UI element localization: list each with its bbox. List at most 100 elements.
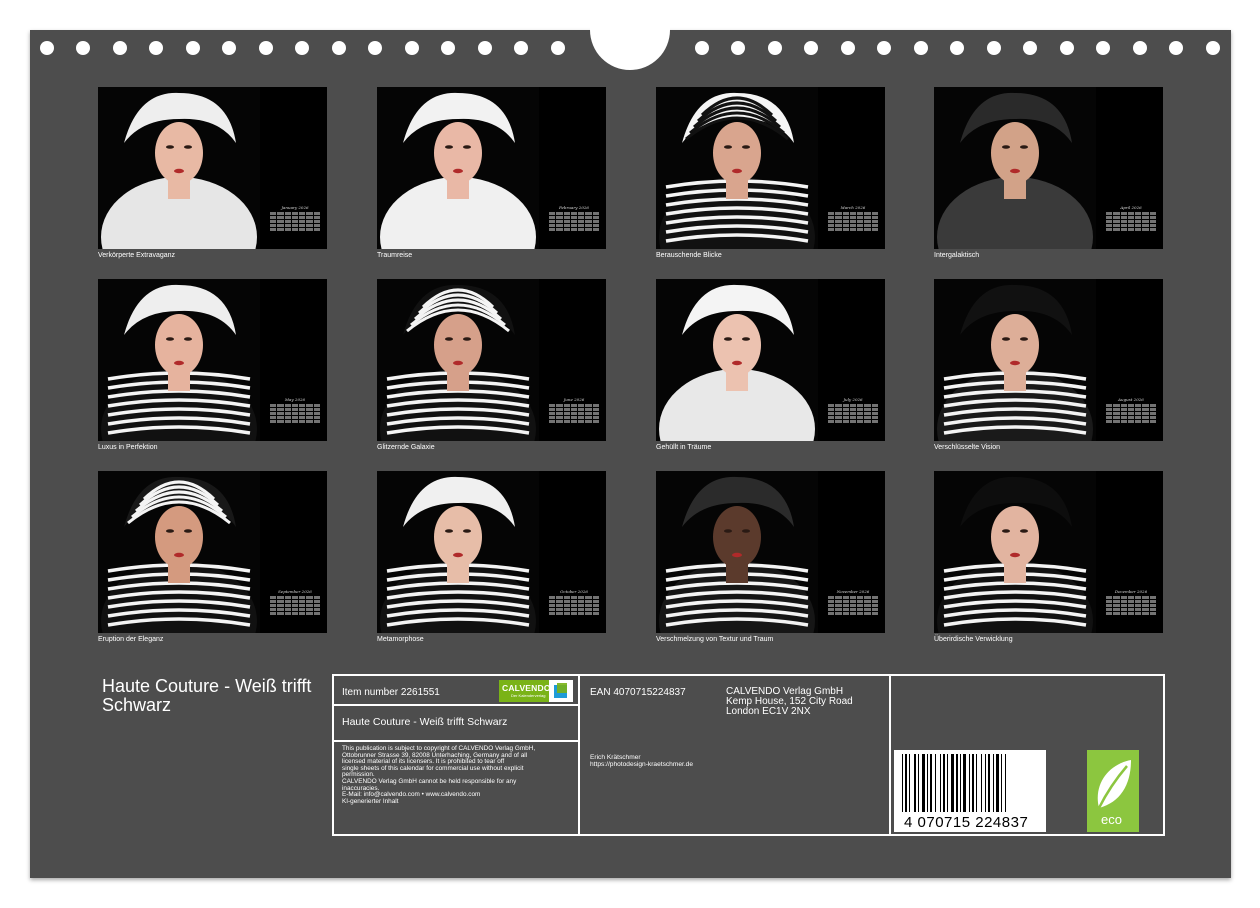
month-tile: March 2026 (656, 87, 885, 249)
month-caption: Intergalaktisch (934, 252, 980, 259)
binding-hole (514, 41, 528, 55)
binding-hole (987, 41, 1001, 55)
month-photo (377, 471, 539, 633)
binding-hole (332, 41, 346, 55)
calendar-back-cover: January 2026 Verkörperte Extravaganz Febru… (30, 0, 1231, 878)
month-tile: May 2026 (98, 279, 327, 441)
month-caption: Gehüllt in Träume (656, 444, 712, 451)
calendar-days (1106, 212, 1156, 231)
binding-hole (804, 41, 818, 55)
calvendo-logo: CALVENDO Der Kalenderverlag (499, 680, 573, 702)
month-caption: Luxus in Perfektion (98, 444, 158, 451)
binding-hole (478, 41, 492, 55)
binding-hole (1206, 41, 1220, 55)
binding-hole (731, 41, 745, 55)
binding-hole (1023, 41, 1037, 55)
calendar-days (1106, 404, 1156, 423)
publisher-address-2: London EC1V 2NX (726, 706, 811, 717)
mini-calendar: March 2026 (828, 205, 878, 249)
month-caption: Verkörperte Extravaganz (98, 252, 176, 259)
binding-hole (1096, 41, 1110, 55)
binding-hole (551, 41, 565, 55)
month-name: December 2026 (1114, 589, 1148, 594)
calendar-title: Haute Couture - Weiß trifft Schwarz (102, 676, 312, 715)
mini-calendar: September 2026 (270, 589, 320, 633)
binding-hole (149, 41, 163, 55)
month-photo (934, 471, 1096, 633)
binding-hole (113, 41, 127, 55)
calendar-days (270, 596, 320, 615)
divider (578, 676, 580, 834)
month-name: August 2026 (1118, 397, 1144, 402)
binding-hole (914, 41, 928, 55)
binding-hole (695, 41, 709, 55)
calendar-days (549, 212, 599, 231)
binding-hole (76, 41, 90, 55)
calendar-days (828, 596, 878, 615)
binding-hole (1169, 41, 1183, 55)
binding-hole (259, 41, 273, 55)
month-caption: Berauschende Blicke (656, 252, 722, 259)
month-name: May 2026 (284, 397, 306, 402)
calendar-days (828, 404, 878, 423)
month-caption: Überirdische Verwicklung (934, 636, 1013, 643)
calendar-days (549, 404, 599, 423)
binding-hole (950, 41, 964, 55)
barcode-digits: 4 070715 224837 (904, 814, 1029, 831)
month-tile: August 2026 (934, 279, 1163, 441)
calendar-logo-icon (554, 683, 567, 698)
month-tile: December 2026 (934, 471, 1163, 633)
author-website: https://photodesign-kraetschmer.de (590, 761, 693, 768)
calendar-days (270, 404, 320, 423)
month-photo (934, 87, 1096, 249)
item-number: Item number 2261551 (342, 687, 440, 698)
month-tile: January 2026 (98, 87, 327, 249)
binding-hole (368, 41, 382, 55)
month-photo (98, 471, 260, 633)
barcode: 4 070715 224837 (894, 750, 1046, 832)
month-tile: September 2026 (98, 471, 327, 633)
box-title: Haute Couture - Weiß trifft Schwarz (342, 716, 508, 728)
binding-hole (877, 41, 891, 55)
hanging-notch (590, 0, 670, 70)
eco-badge: eco (1087, 750, 1139, 832)
mini-calendar: December 2026 (1106, 589, 1156, 633)
month-photo (656, 87, 818, 249)
legal-line: single sheets of this calendar for comme… (342, 764, 524, 772)
month-name: June 2026 (563, 397, 585, 402)
month-caption: Verschmelzung von Textur und Traum (656, 636, 774, 643)
calendar-days (549, 596, 599, 615)
month-caption: Verschlüsselte Vision (934, 444, 1001, 451)
binding-hole (1060, 41, 1074, 55)
month-tile: February 2026 (377, 87, 606, 249)
month-name: September 2026 (278, 589, 312, 594)
mini-calendar: October 2026 (549, 589, 599, 633)
month-name: October 2026 (560, 589, 588, 594)
product-info-box: Item number 2261551 CALVENDO Der Kalende… (332, 674, 1165, 836)
binding-hole (186, 41, 200, 55)
month-tile: October 2026 (377, 471, 606, 633)
month-tile: April 2026 (934, 87, 1163, 249)
mini-calendar: August 2026 (1106, 397, 1156, 441)
legal-notice: This publication is subject to copyright… (342, 745, 572, 805)
mini-calendar: May 2026 (270, 397, 320, 441)
month-photo (656, 471, 818, 633)
month-name: November 2026 (836, 589, 870, 594)
binding-hole (768, 41, 782, 55)
month-photo (656, 279, 818, 441)
month-photo (98, 87, 260, 249)
mini-calendar: April 2026 (1106, 205, 1156, 249)
month-tile: June 2026 (377, 279, 606, 441)
calendar-days (270, 212, 320, 231)
month-tile: July 2026 (656, 279, 885, 441)
calendar-days (1106, 596, 1156, 615)
month-caption: Eruption der Eleganz (98, 636, 164, 643)
binding-hole (222, 41, 236, 55)
month-name: January 2026 (281, 205, 309, 210)
month-tile: November 2026 (656, 471, 885, 633)
legal-line: KI-generierter Inhalt (342, 797, 399, 805)
month-name: April 2026 (1120, 205, 1142, 210)
month-photo (377, 279, 539, 441)
mini-calendar: November 2026 (828, 589, 878, 633)
barcode-bars (902, 754, 1006, 812)
